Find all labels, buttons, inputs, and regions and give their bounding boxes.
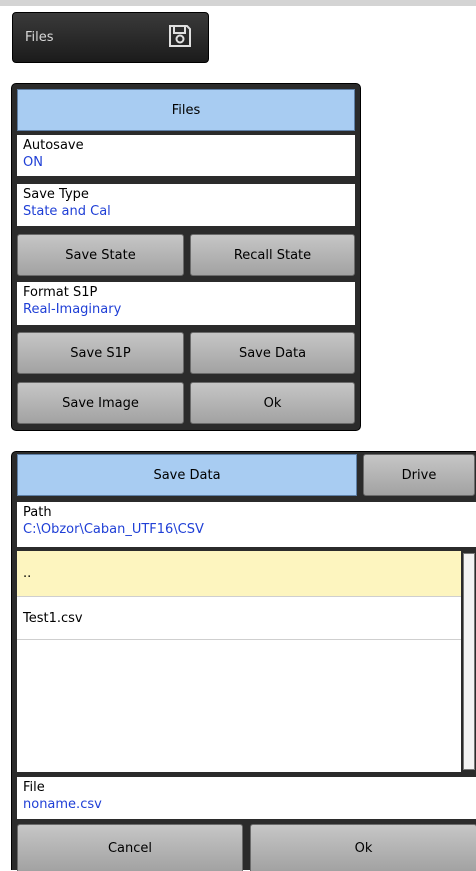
path-label: Path [23, 505, 52, 520]
save-type-label: Save Type [23, 187, 89, 202]
save-image-button[interactable]: Save Image [17, 382, 184, 424]
list-item[interactable]: Test1.csv [17, 597, 476, 640]
list-item-label: .. [23, 566, 32, 581]
files-button-label: Files [25, 30, 54, 45]
autosave-label: Autosave [23, 138, 84, 153]
recall-state-button[interactable]: Recall State [190, 234, 355, 276]
file-name-field[interactable]: File noname.csv [17, 777, 476, 819]
save-data-button[interactable]: Save Data [190, 332, 355, 374]
files-menu-panel: Files Autosave ON Save Type State and Ca… [11, 83, 361, 431]
save-icon [169, 25, 191, 47]
file-name-value: noname.csv [23, 797, 102, 812]
list-item-label: Test1.csv [23, 610, 83, 626]
file-name-label: File [23, 780, 45, 795]
list-item[interactable]: .. [17, 551, 476, 597]
files-button[interactable]: Files [12, 12, 209, 63]
cancel-button[interactable]: Cancel [17, 824, 243, 871]
format-s1p-value: Real-Imaginary [23, 302, 122, 317]
autosave-field[interactable]: Autosave ON [17, 135, 355, 176]
path-value: C:\Obzor\Caban_UTF16\CSV [23, 522, 204, 537]
top-divider [0, 0, 476, 6]
drive-button[interactable]: Drive [363, 454, 475, 496]
format-s1p-field[interactable]: Format S1P Real-Imaginary [17, 282, 355, 325]
autosave-value: ON [23, 155, 43, 170]
file-list[interactable]: .. Test1.csv [17, 551, 476, 772]
save-s1p-button[interactable]: Save S1P [17, 332, 184, 374]
scrollbar[interactable] [461, 551, 476, 772]
ok-button[interactable]: Ok [190, 382, 355, 424]
dialog-ok-button[interactable]: Ok [250, 824, 476, 871]
format-s1p-label: Format S1P [23, 285, 98, 300]
save-type-field[interactable]: Save Type State and Cal [17, 184, 355, 226]
save-state-button[interactable]: Save State [17, 234, 184, 276]
save-type-value: State and Cal [23, 204, 111, 219]
path-field[interactable]: Path C:\Obzor\Caban_UTF16\CSV [17, 502, 476, 547]
save-data-title: Save Data [17, 454, 357, 496]
files-menu-title: Files [17, 89, 355, 131]
scrollbar-thumb[interactable] [463, 553, 475, 770]
save-data-dialog: Save Data Drive Path C:\Obzor\Caban_UTF1… [11, 451, 476, 871]
